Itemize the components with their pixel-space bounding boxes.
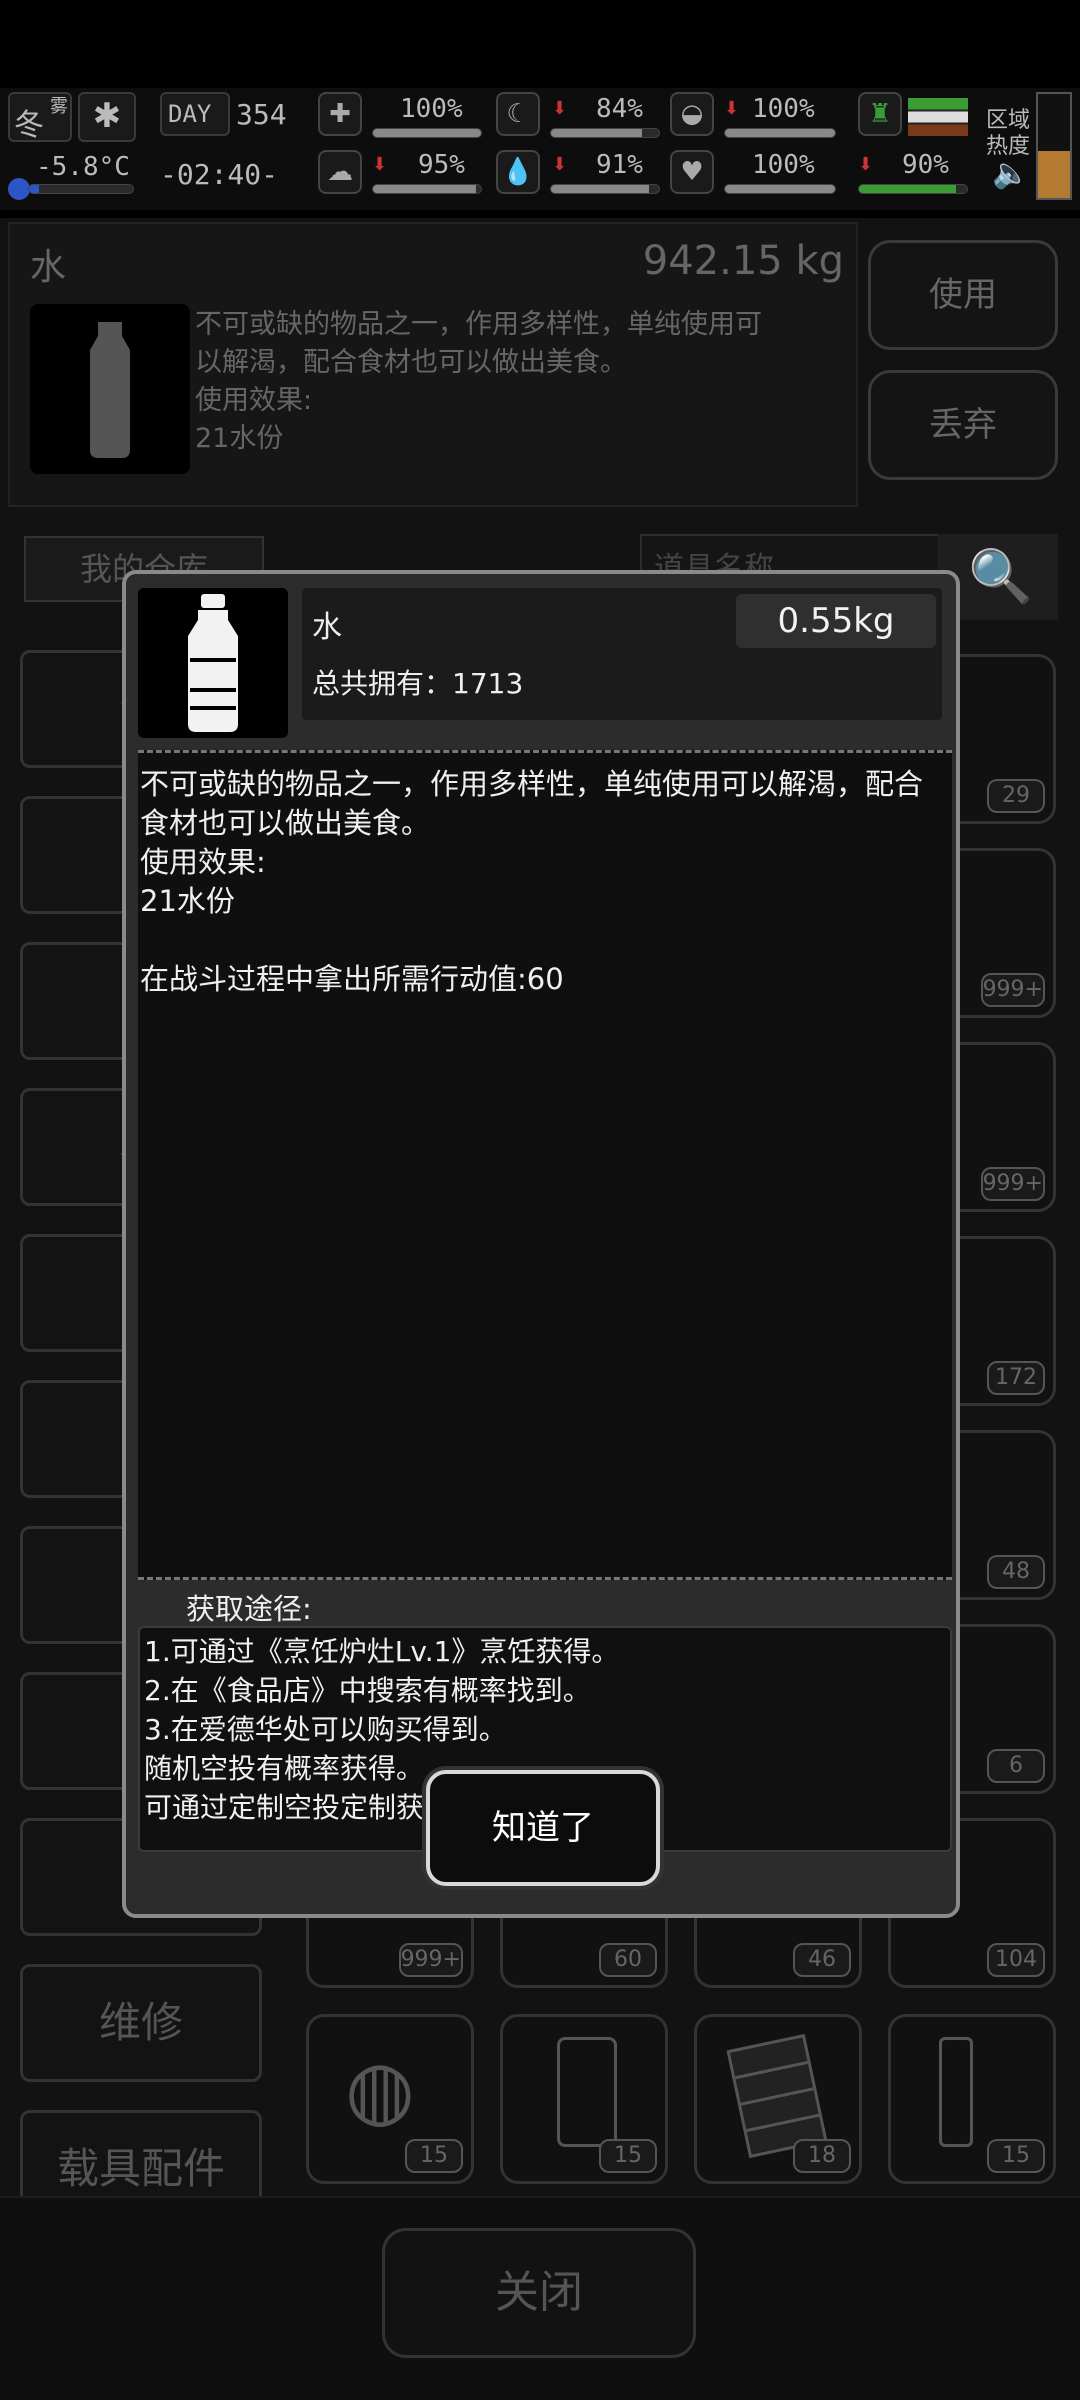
stamina-down-arrow-icon: ⬇ — [858, 154, 874, 175]
item-count: 60 — [599, 1943, 657, 1977]
clock-text: -02:40- — [160, 158, 279, 191]
desc-line: 食材也可以做出美食。 — [140, 806, 431, 840]
desc-line: 21水份 — [195, 423, 284, 454]
item-description: 不可或缺的物品之一，作用多样性，单纯使用可以解渴，配合 食材也可以做出美食。 使… — [138, 765, 952, 999]
stamina-bar — [858, 184, 968, 194]
discard-button[interactable]: 丢弃 — [868, 370, 1058, 480]
item-count: 15 — [405, 2139, 463, 2173]
item-count: 18 — [793, 2139, 851, 2173]
item-weight: 0.55kg — [736, 594, 936, 648]
source-item: 3.在爱德华处可以购买得到。 — [144, 1713, 507, 1746]
status-hud: 冬 雾 ✱ -5.8°C DAY 354 -02:40- ✚ 100% ☾ ⬇ … — [0, 88, 1080, 210]
drop-icon: 💧 — [496, 150, 540, 194]
season-sub-text: 雾 — [50, 96, 68, 117]
brain-value: 95% — [418, 150, 465, 180]
stomach-icon: ☾ — [496, 92, 540, 136]
source-item: 2.在《食品店》中搜索有概率找到。 — [144, 1674, 591, 1707]
inventory-slot[interactable]: ◍ 15 — [306, 2014, 474, 2184]
armor-bar — [724, 128, 836, 138]
item-count: 15 — [599, 2139, 657, 2173]
item-count: 15 — [987, 2139, 1045, 2173]
water-bar — [550, 184, 660, 194]
heart-icon: ♥ — [670, 150, 714, 194]
item-count: 29 — [987, 779, 1045, 813]
stamina-icon: ♜ — [858, 92, 902, 136]
selected-item-panel: 水 942.15 kg 不可或缺的物品之一，作用多样性，单纯使用可 以解渴，配合… — [8, 222, 858, 507]
item-count: 104 — [987, 1943, 1045, 1977]
source-item: 1.可通过《烹饪炉灶Lv.1》烹饪获得。 — [144, 1635, 620, 1668]
liquor-bottle-icon — [939, 2037, 973, 2147]
temperature-text: -5.8°C — [36, 152, 130, 182]
ok-button[interactable]: 知道了 — [426, 1770, 660, 1886]
flag-icon — [908, 98, 968, 136]
day-counter: 354 — [236, 98, 287, 131]
item-count: 999+ — [980, 1167, 1045, 1201]
speaker-icon[interactable]: 🔈 — [992, 156, 1029, 191]
water-value: 91% — [596, 150, 643, 180]
item-count: 48 — [987, 1555, 1045, 1589]
thermometer-icon — [8, 178, 30, 200]
desc-line: 使用效果: — [195, 385, 313, 416]
selected-item-name: 水 — [30, 247, 67, 288]
helmet-icon: ◒ — [670, 92, 714, 136]
search-icon: 🔍 — [968, 547, 1033, 607]
brain-bar — [372, 184, 482, 194]
armor-down-arrow-icon: ⬇ — [724, 98, 740, 119]
desc-line: 21水份 — [140, 884, 235, 918]
temperature-bar — [28, 184, 134, 194]
owned-count: 总共拥有：1713 — [312, 667, 524, 700]
item-count: 172 — [987, 1361, 1045, 1395]
day-badge: DAY — [160, 92, 230, 136]
snowflake-icon: ✱ — [78, 92, 136, 142]
use-button[interactable]: 使用 — [868, 240, 1058, 350]
brain-icon: ☁ — [318, 150, 362, 194]
stamina-value: 90% — [902, 150, 949, 180]
zone-heat-meter — [1036, 92, 1072, 200]
heart-bar — [724, 184, 836, 194]
selected-item-description: 不可或缺的物品之一，作用多样性，单纯使用可 以解渴，配合食材也可以做出美食。 使… — [195, 306, 835, 458]
inventory-slot[interactable]: 18 — [694, 2014, 862, 2184]
season-badge: 冬 雾 — [8, 92, 72, 143]
brain-down-arrow-icon: ⬇ — [372, 154, 388, 175]
health-value: 100% — [400, 94, 463, 124]
category-repair[interactable]: 维修 — [20, 1964, 262, 2082]
health-bar — [372, 128, 482, 138]
desc-line: 不可或缺的物品之一，作用多样性，单纯使用可以解渴，配合 — [140, 767, 924, 801]
season-text: 冬 — [14, 108, 44, 143]
armor-value: 100% — [752, 94, 815, 124]
water-bottle-icon — [138, 588, 288, 738]
source-label: 获取途径: — [186, 1592, 312, 1626]
item-count: 999+ — [980, 973, 1045, 1007]
desc-line — [140, 921, 950, 960]
desc-line: 以解渴，配合食材也可以做出美食。 — [195, 347, 627, 378]
desc-line: 使用效果: — [140, 845, 266, 879]
inventory-slot[interactable]: 15 — [888, 2014, 1056, 2184]
coffee-can-icon — [557, 2037, 617, 2147]
selected-item-weight: 942.15 kg — [642, 238, 844, 284]
day-label: DAY — [168, 100, 212, 128]
pizza-icon: ◍ — [345, 2043, 415, 2136]
item-name: 水 — [312, 610, 342, 645]
heart-value: 100% — [752, 150, 815, 180]
medkit-icon: ✚ — [318, 92, 362, 136]
close-button[interactable]: 关闭 — [382, 2228, 696, 2358]
desc-line: 在战斗过程中拿出所需行动值:60 — [140, 962, 564, 996]
item-detail-dialog: 水 0.55kg 总共拥有：1713 不可或缺的物品之一，作用多样性，单纯使用可… — [122, 570, 960, 1918]
water-down-arrow-icon: ⬇ — [552, 154, 568, 175]
stomach-bar — [550, 128, 660, 138]
water-bottle-icon — [30, 304, 190, 474]
item-count: 6 — [987, 1749, 1045, 1783]
desc-line: 不可或缺的物品之一，作用多样性，单纯使用可 — [195, 309, 762, 340]
item-count: 46 — [793, 1943, 851, 1977]
stomach-value: 84% — [596, 94, 643, 124]
stomach-down-arrow-icon: ⬇ — [552, 98, 568, 119]
item-description-panel: 不可或缺的物品之一，作用多样性，单纯使用可以解渴，配合 食材也可以做出美食。 使… — [138, 750, 952, 1580]
item-count: 999+ — [398, 1943, 463, 1977]
inventory-slot[interactable]: 15 — [500, 2014, 668, 2184]
item-header: 水 0.55kg 总共拥有：1713 — [302, 588, 942, 720]
